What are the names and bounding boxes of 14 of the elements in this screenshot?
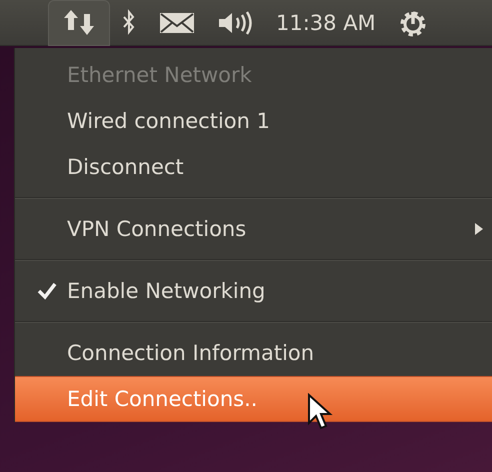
menu-item[interactable]: Disconnect [15,144,492,190]
bluetooth-icon[interactable] [123,8,134,34]
menu-item[interactable]: Connection Information [15,330,492,376]
envelope-icon[interactable] [160,12,194,32]
clock-text[interactable]: 11:38 AM [276,10,376,34]
power-gear-icon[interactable] [400,11,426,36]
menu-item[interactable]: Wired connection 1 [15,98,492,144]
network-indicator-button[interactable] [48,0,110,46]
up-down-arrows-icon [64,10,94,34]
menu-item[interactable]: VPN Connections [15,206,492,252]
mouse-pointer-icon [307,393,333,431]
speaker-volume-icon[interactable] [219,10,252,34]
submenu-arrow-icon [474,222,484,236]
menu-item[interactable]: Enable Networking [15,268,492,314]
